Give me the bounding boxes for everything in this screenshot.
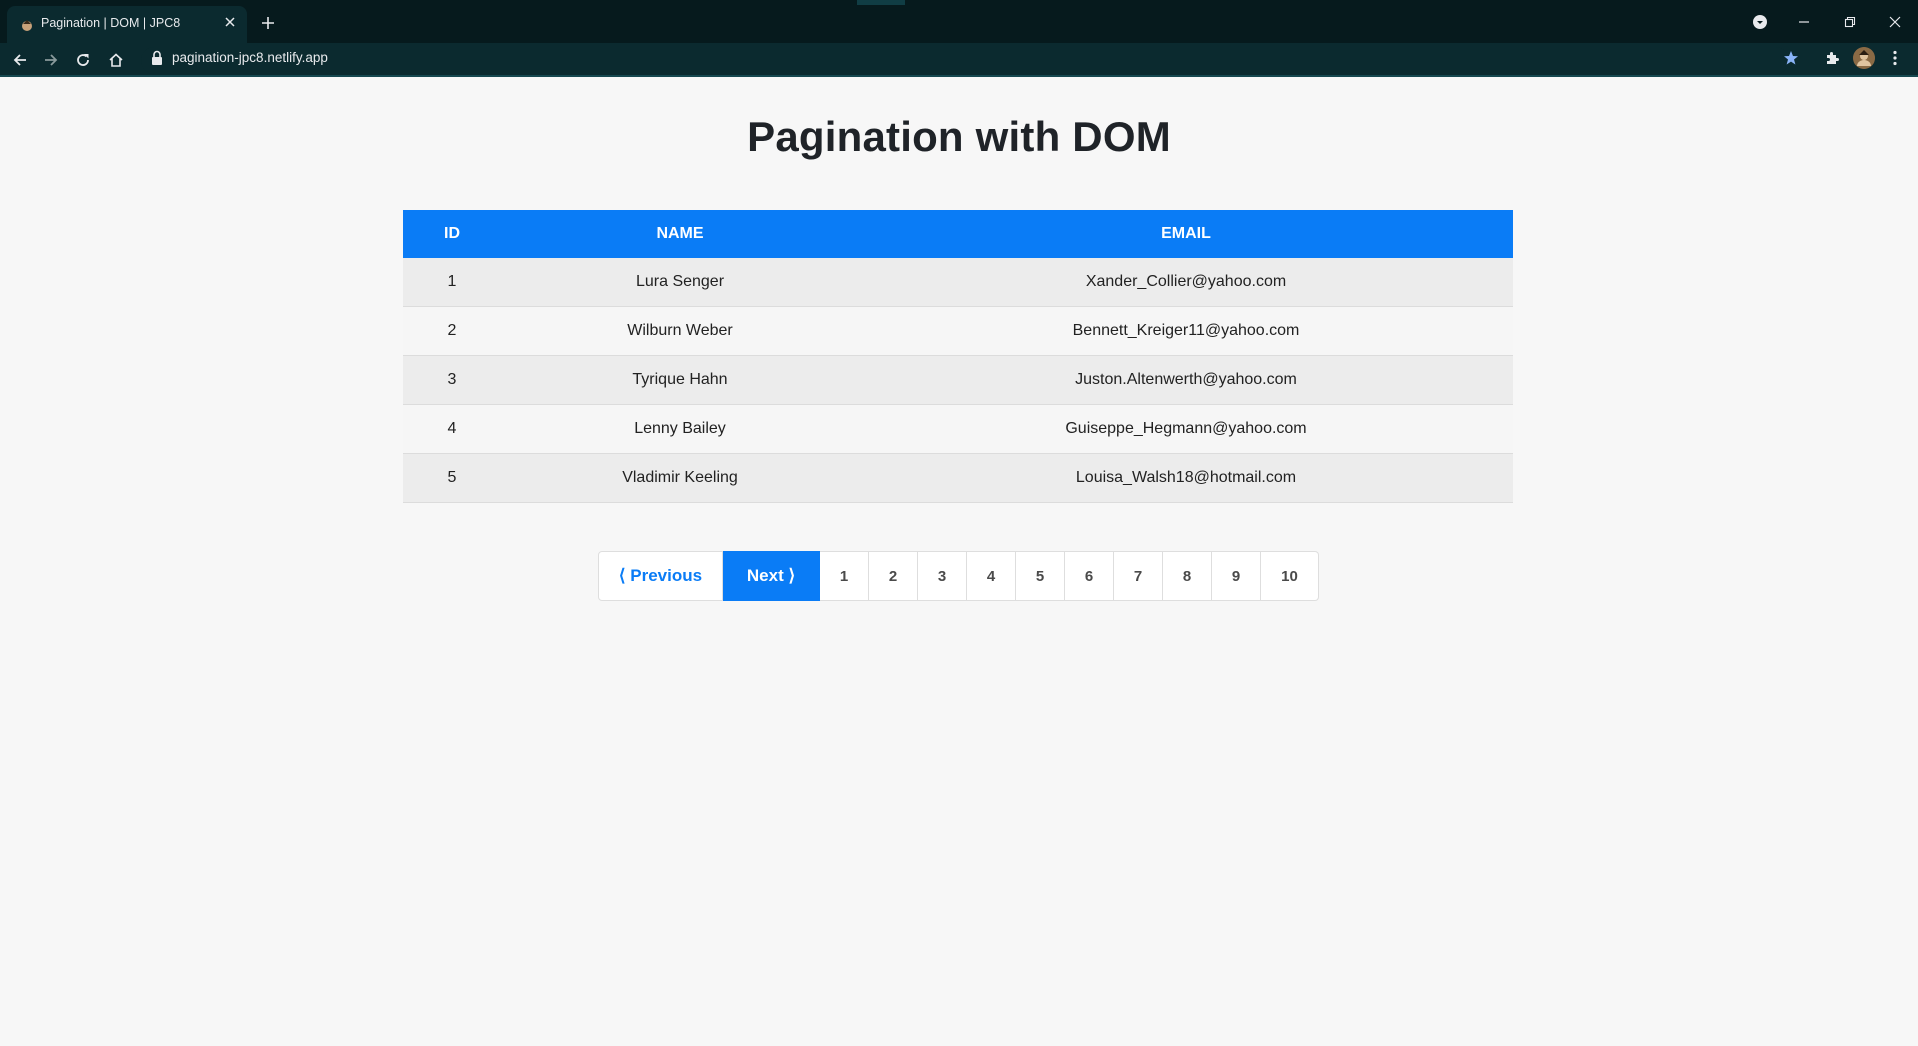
cell-id: 2 [447,322,457,339]
table-header: ID NAME EMAIL [403,210,1513,258]
header-email: EMAIL [1161,225,1211,242]
cell-name: Lenny Bailey [634,420,726,437]
forward-icon[interactable] [39,48,63,72]
users-table: ID NAME EMAIL 1 Lura Senger Xander_Colli… [403,210,1513,503]
cell-email: Louisa_Walsh18@hotmail.com [1075,469,1297,486]
table-row: 2 Wilburn Weber Bennett_Kreiger11@yahoo.… [403,307,1513,356]
profile-avatar[interactable] [1853,47,1875,69]
cell-name: Vladimir Keeling [622,469,738,486]
page-button-1[interactable]: 1 [820,551,869,601]
url-text[interactable]: pagination-jpc8.netlify.app [172,50,328,65]
cell-id: 4 [447,420,457,437]
next-button[interactable]: Next ⟩ [723,551,820,601]
page-button-4[interactable]: 4 [967,551,1016,601]
browser-tab-active[interactable]: Pagination | DOM | JPC8 [7,6,247,43]
tab-close-icon[interactable] [220,12,240,32]
cell-email: Bennett_Kreiger11@yahoo.com [1072,322,1300,339]
reload-icon[interactable] [71,48,95,72]
new-tab-icon[interactable] [256,11,280,35]
extensions-puzzle-icon[interactable] [1821,47,1843,69]
pagination: ⟨ Previous Next ⟩ 1 2 3 4 5 6 7 8 9 10 [598,551,1319,601]
cell-name: Tyrique Hahn [632,371,728,388]
cell-email: Xander_Collier@yahoo.com [1085,273,1287,290]
tab-strip-accent [857,0,905,5]
home-icon[interactable] [104,48,128,72]
address-bar[interactable] [141,47,1789,74]
back-icon[interactable] [8,48,32,72]
page-button-2[interactable]: 2 [869,551,918,601]
table-row: 1 Lura Senger Xander_Collier@yahoo.com [403,258,1513,307]
favicon-icon [22,20,32,31]
page-viewport: Pagination with DOM ID NAME EMAIL 1 Lura… [0,77,1918,1046]
close-window-icon[interactable] [1872,0,1918,43]
page-title: Pagination with DOM [747,113,1171,160]
page-button-5[interactable]: 5 [1016,551,1065,601]
lock-icon[interactable] [150,50,164,66]
previous-button[interactable]: ⟨ Previous [598,551,723,601]
cell-name: Lura Senger [635,273,725,290]
page-button-3[interactable]: 3 [918,551,967,601]
cell-name: Wilburn Weber [627,322,733,339]
table-row: 4 Lenny Bailey Guiseppe_Hegmann@yahoo.co… [403,405,1513,454]
page-button-6[interactable]: 6 [1065,551,1114,601]
page-button-8[interactable]: 8 [1163,551,1212,601]
table-row: 3 Tyrique Hahn Juston.Altenwerth@yahoo.c… [403,356,1513,405]
minimize-icon[interactable] [1781,0,1827,43]
browser-menu-icon[interactable] [1884,47,1906,69]
cell-email: Guiseppe_Hegmann@yahoo.com [1065,420,1307,437]
header-id: ID [444,225,460,242]
cell-email: Juston.Altenwerth@yahoo.com [1075,371,1297,388]
page-button-9[interactable]: 9 [1212,551,1261,601]
tab-title: Pagination | DOM | JPC8 [41,16,181,30]
page-button-10[interactable]: 10 [1261,551,1319,601]
page-button-7[interactable]: 7 [1114,551,1163,601]
header-name: NAME [656,225,704,242]
tab-search-icon[interactable] [1750,12,1770,32]
table-row: 5 Vladimir Keeling Louisa_Walsh18@hotmai… [403,454,1513,503]
cell-id: 3 [447,371,457,388]
cell-id: 1 [447,273,457,290]
bookmark-star-icon[interactable] [1780,47,1802,69]
restore-icon[interactable] [1827,0,1873,43]
browser-tab-strip: Pagination | DOM | JPC8 [0,0,1918,43]
cell-id: 5 [447,469,457,486]
